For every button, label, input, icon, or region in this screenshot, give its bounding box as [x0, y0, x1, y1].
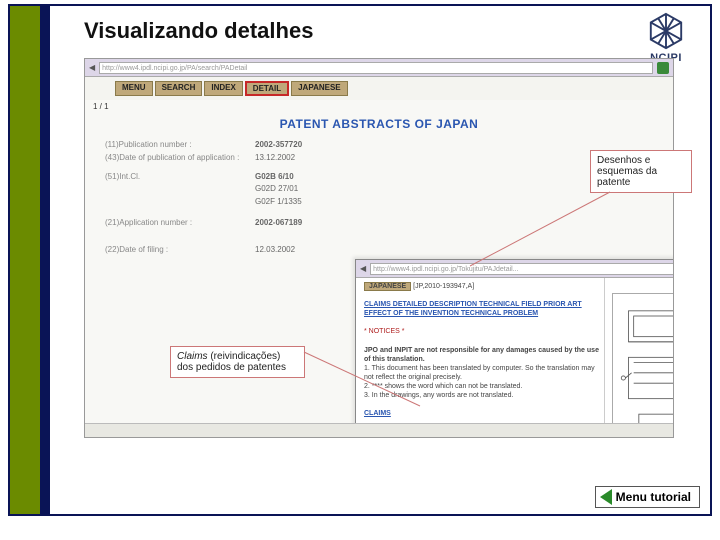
doc-id: [JP,2010-193947,A] — [413, 283, 474, 290]
appnum-value: 2002-067189 — [255, 217, 302, 230]
overlay-toolbar: ◀ http://www4.ipdl.ncipi.go.jp/Tokujitu/… — [356, 260, 674, 278]
filing-label: (22)Date of filing : — [105, 244, 255, 257]
intcl-1: G02B 6/10 — [255, 171, 294, 184]
claims-heading: CLAIMS — [364, 410, 391, 417]
btn-japanese[interactable]: JAPANESE — [364, 282, 411, 291]
main-status-bar — [85, 423, 673, 437]
site-nav-tabs: MENU SEARCH INDEX DETAIL JAPANESE — [85, 77, 673, 100]
tab-japanese[interactable]: JAPANESE — [291, 81, 348, 96]
slide-title: Visualizando detalhes — [84, 18, 313, 44]
screenshot-overlay: ◀ http://www4.ipdl.ncipi.go.jp/Tokujitu/… — [355, 259, 674, 438]
tab-menu[interactable]: MENU — [115, 81, 153, 96]
paj-heading: PATENT ABSTRACTS OF JAPAN — [85, 117, 673, 131]
address-bar: http://www4.ipdl.ncipi.go.jp/PA/search/P… — [99, 62, 653, 74]
appnum-label: (21)Application number : — [105, 217, 255, 230]
pubnum-value: 2002-357720 — [255, 139, 302, 152]
overlay-address-bar: http://www4.ipdl.ncipi.go.jp/Tokujitu/PA… — [370, 263, 674, 275]
notice-4: 3. In the drawings, any words are not tr… — [364, 392, 513, 399]
patent-meta: (11)Publication number :2002-357720 (43)… — [85, 139, 673, 257]
drawing-pane: Drawing selection Representative drawing — [610, 278, 674, 438]
pubnum-label: (11)Publication number : — [105, 139, 255, 152]
back-icon: ◀ — [89, 63, 95, 72]
callout-claims: Claims (reivindicações) dos pedidos de p… — [170, 346, 305, 378]
notice-1: JPO and INPIT are not responsible for an… — [364, 347, 599, 363]
drawing-select-label: Drawing selection — [612, 280, 674, 287]
tab-index[interactable]: INDEX — [204, 81, 242, 96]
notice-2: 1. This document has been translated by … — [364, 365, 595, 381]
back-icon: ◀ — [360, 264, 366, 273]
menu-tutorial-button[interactable]: Menu tutorial — [595, 486, 700, 508]
pubdate-label: (43)Date of publication of application : — [105, 152, 255, 165]
callout-drawings-text: Desenhos e esquemas da patente — [597, 155, 657, 188]
browser-toolbar: ◀ http://www4.ipdl.ncipi.go.jp/PA/search… — [85, 59, 673, 77]
pubdate-value: 13.12.2002 — [255, 152, 295, 165]
intcl-3: G02F 1/1335 — [255, 196, 302, 209]
go-icon — [657, 62, 669, 74]
ncipi-logo: NCIPI — [636, 12, 696, 64]
slide-content: Visualizando detalhes NCIPI ◀ http://www… — [60, 6, 710, 514]
section-links[interactable]: CLAIMS DETAILED DESCRIPTION TECHNICAL FI… — [364, 301, 582, 317]
result-counter: 1 / 1 — [85, 100, 673, 113]
callout-claims-italic: Claims — [177, 351, 208, 362]
logo-icon — [647, 12, 685, 50]
left-accent-bar — [10, 6, 50, 514]
tab-detail[interactable]: DETAIL — [245, 81, 289, 96]
intcl-2: G02D 27/01 — [255, 183, 298, 196]
intcl-label: (51)Int.Cl. — [105, 171, 255, 184]
patent-drawing — [612, 293, 674, 438]
callout-drawings: Desenhos e esquemas da patente — [590, 150, 692, 193]
drawing-icon — [613, 294, 674, 438]
menu-tutorial-label: Menu tutorial — [616, 490, 691, 504]
claims-text-pane: JAPANESE [JP,2010-193947,A] CLAIMS DETAI… — [360, 278, 605, 438]
arrow-left-icon — [600, 489, 612, 505]
notice-3: 2. **** shows the word which can not be … — [364, 383, 522, 390]
notices-heading: * NOTICES * — [364, 328, 404, 335]
slide-frame: Visualizando detalhes NCIPI ◀ http://www… — [8, 4, 712, 516]
filing-value: 12.03.2002 — [255, 244, 295, 257]
screenshot-main: ◀ http://www4.ipdl.ncipi.go.jp/PA/search… — [84, 58, 674, 438]
tab-search[interactable]: SEARCH — [155, 81, 203, 96]
